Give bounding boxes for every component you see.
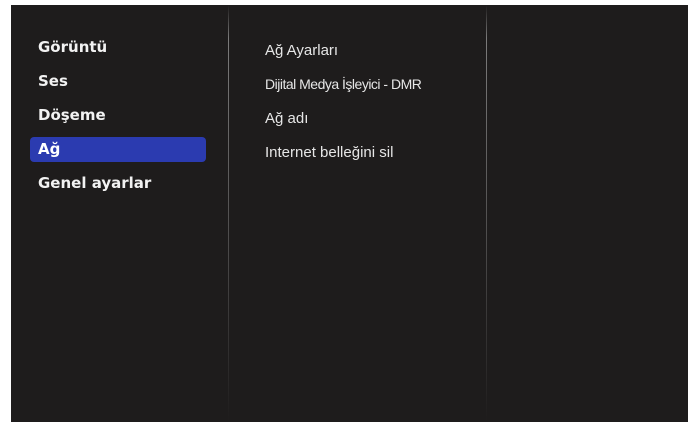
menu-item-ses[interactable]: Ses (30, 69, 206, 94)
menu-item-doseme[interactable]: Döşeme (30, 103, 206, 128)
osd-screen: Görüntü Ses Döşeme Ağ Genel ayarlar Ağ A… (11, 5, 688, 422)
menu-item-genel-ayarlar[interactable]: Genel ayarlar (30, 171, 206, 196)
submenu-item-clear-internet-memory[interactable]: Internet belleğini sil (265, 140, 475, 165)
menu-item-label: Döşeme (38, 106, 106, 124)
menu-item-label: Görüntü (38, 38, 108, 56)
main-menu: Görüntü Ses Döşeme Ağ Genel ayarlar (30, 35, 206, 205)
submenu-item-dmr[interactable]: Dijital Medya İşleyici - DMR (265, 72, 475, 97)
menu-item-ag-selected[interactable]: Ağ (30, 137, 206, 162)
column-divider-right (486, 5, 487, 422)
submenu-item-label: Dijital Medya İşleyici - DMR (265, 76, 422, 92)
menu-item-label: Ağ (38, 140, 61, 158)
submenu-item-label: Internet belleğini sil (265, 144, 394, 161)
submenu-item-label: Ağ Ayarları (265, 42, 339, 59)
menu-item-goruntu[interactable]: Görüntü (30, 35, 206, 60)
network-submenu: Ağ Ayarları Dijital Medya İşleyici - DMR… (265, 38, 475, 174)
menu-item-label: Genel ayarlar (38, 174, 152, 192)
column-divider-left (228, 5, 229, 422)
submenu-item-label: Ağ adı (265, 110, 309, 127)
submenu-item-network-settings[interactable]: Ağ Ayarları (265, 38, 475, 63)
submenu-item-network-name[interactable]: Ağ adı (265, 106, 475, 131)
menu-item-label: Ses (38, 72, 68, 90)
